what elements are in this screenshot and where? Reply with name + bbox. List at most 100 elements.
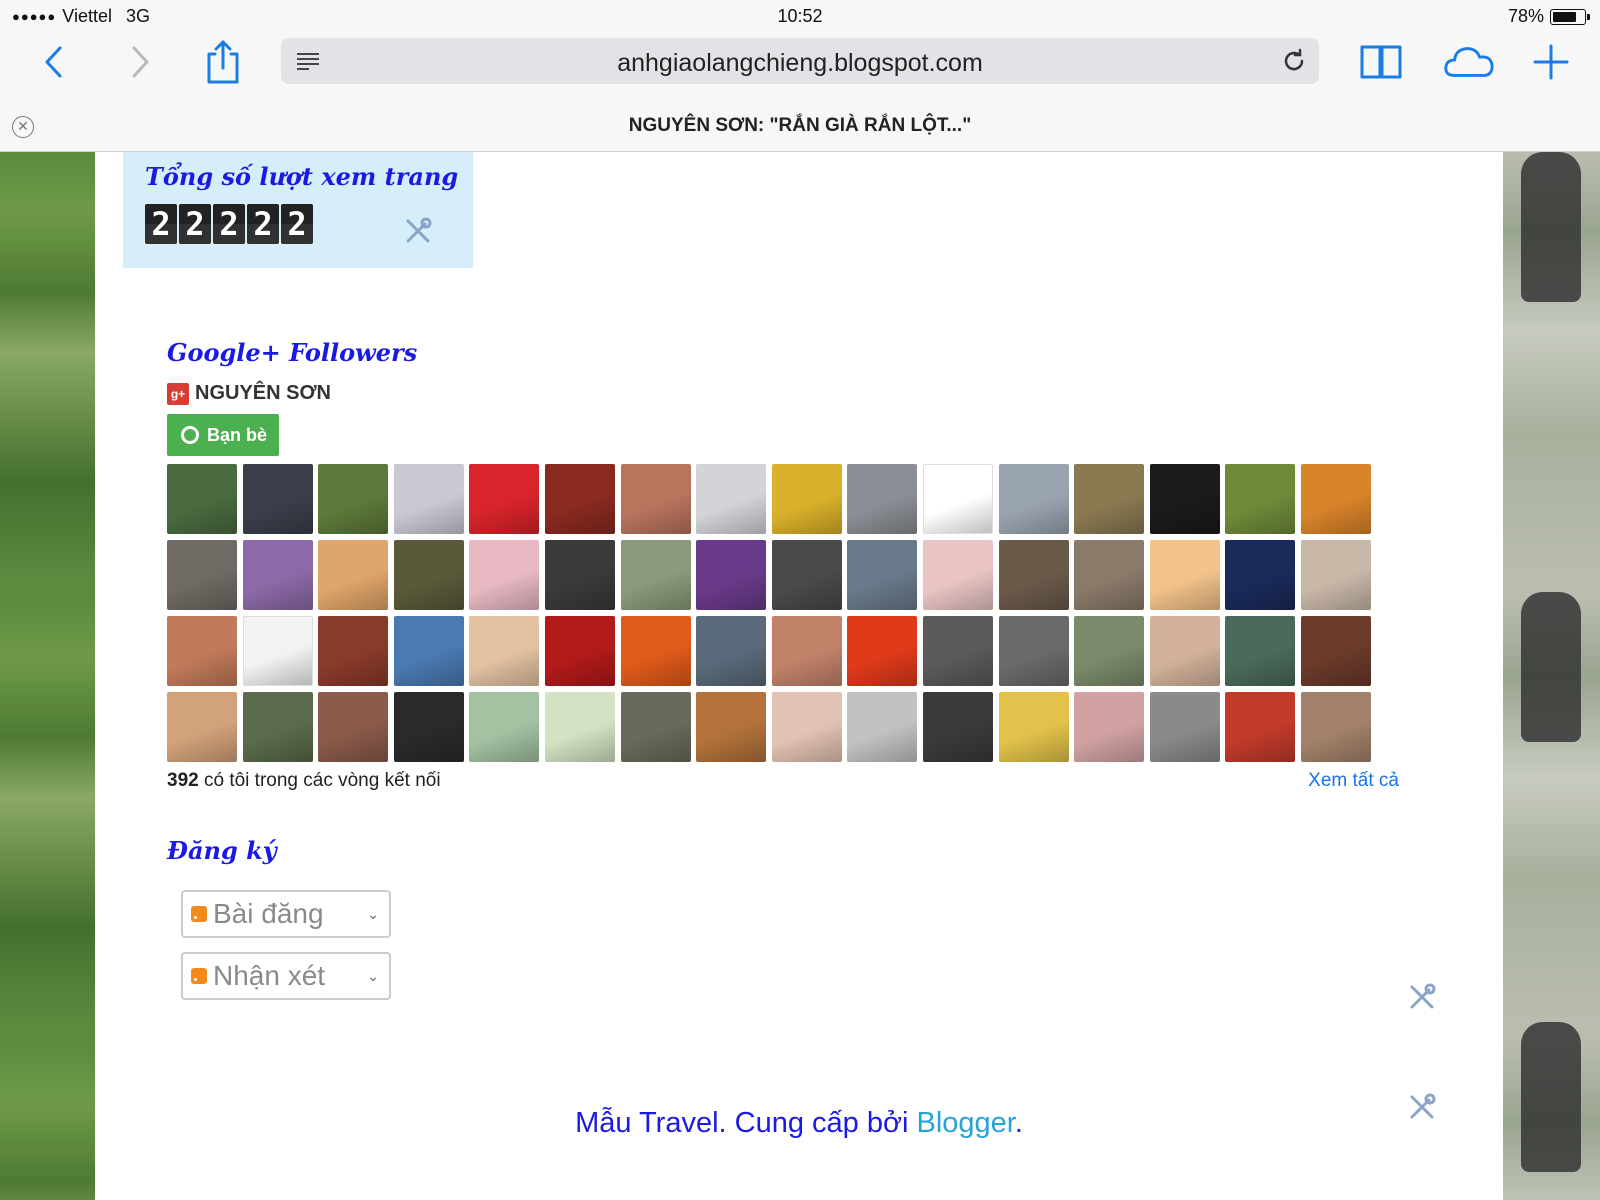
subscribe-posts-dropdown[interactable]: Bài đăng ⌄ <box>181 890 391 938</box>
tab-title[interactable]: NGUYÊN SƠN: "RẮN GIÀ RẮN LỘT..." <box>0 115 1600 137</box>
bookmarks-icon <box>1360 45 1402 79</box>
follower-avatar[interactable] <box>1300 464 1371 534</box>
follower-avatar[interactable] <box>469 692 540 762</box>
follower-avatar[interactable] <box>998 540 1069 610</box>
background-motorbike <box>1521 592 1581 742</box>
follower-avatar[interactable] <box>696 616 767 686</box>
follower-avatar[interactable] <box>847 540 918 610</box>
forward-button[interactable] <box>114 36 166 88</box>
address-bar[interactable]: anhgiaolangchieng.blogspot.com <box>281 38 1319 84</box>
subscribe-posts-label: Bài đăng <box>213 898 324 929</box>
follower-count: 392 <box>167 770 199 791</box>
rss-icon <box>191 906 207 922</box>
cloud-tabs-button[interactable] <box>1443 36 1495 88</box>
follower-avatar[interactable] <box>393 464 464 534</box>
edit-widget-icon[interactable] <box>1407 982 1437 1012</box>
blogger-link[interactable]: Blogger <box>916 1107 1014 1139</box>
follower-avatar[interactable] <box>998 464 1069 534</box>
url-text[interactable]: anhgiaolangchieng.blogspot.com <box>281 49 1319 78</box>
follower-avatar[interactable] <box>1300 540 1371 610</box>
follower-avatar[interactable] <box>696 464 767 534</box>
follower-avatar[interactable] <box>318 464 389 534</box>
follower-avatar[interactable] <box>469 540 540 610</box>
follower-avatar[interactable] <box>1300 692 1371 762</box>
background-motorbike <box>1521 1022 1581 1172</box>
subscribe-comments-dropdown[interactable]: Nhận xét ⌄ <box>181 952 391 1000</box>
edit-widget-icon[interactable] <box>403 216 433 246</box>
follower-avatar[interactable] <box>544 616 615 686</box>
background-image-right <box>1503 152 1600 1200</box>
follower-avatar[interactable] <box>469 464 540 534</box>
follower-avatar[interactable] <box>1074 464 1145 534</box>
follower-avatar[interactable] <box>167 692 237 762</box>
follower-avatar[interactable] <box>696 540 767 610</box>
reload-icon[interactable] <box>1281 48 1307 79</box>
cloud-tabs-icon <box>1444 47 1494 77</box>
follower-avatar[interactable] <box>1225 616 1296 686</box>
status-right: 78% <box>1508 6 1590 27</box>
follower-avatar[interactable] <box>620 540 691 610</box>
follower-avatar[interactable] <box>318 540 389 610</box>
follower-avatar[interactable] <box>242 464 313 534</box>
see-all-link[interactable]: Xem tất cả <box>1279 770 1399 792</box>
follower-avatar[interactable] <box>318 692 389 762</box>
follower-avatar[interactable] <box>393 540 464 610</box>
follower-avatar[interactable] <box>847 464 918 534</box>
follower-avatar[interactable] <box>1225 540 1296 610</box>
follower-avatar[interactable] <box>1149 540 1220 610</box>
new-tab-icon <box>1533 44 1569 80</box>
follower-avatar[interactable] <box>998 692 1069 762</box>
follower-avatar[interactable] <box>242 616 313 686</box>
follower-avatar[interactable] <box>696 692 767 762</box>
follower-avatar[interactable] <box>1074 540 1145 610</box>
follower-avatar[interactable] <box>922 616 993 686</box>
follower-avatar[interactable] <box>771 692 842 762</box>
share-button[interactable] <box>197 36 249 88</box>
follower-avatar[interactable] <box>620 692 691 762</box>
edit-widget-icon[interactable] <box>1407 1092 1437 1122</box>
rss-icon <box>191 968 207 984</box>
follower-avatar[interactable] <box>1300 616 1371 686</box>
follower-avatar[interactable] <box>544 464 615 534</box>
friends-button[interactable]: Bạn bè <box>167 414 279 456</box>
follower-avatar[interactable] <box>847 692 918 762</box>
follower-avatar[interactable] <box>620 464 691 534</box>
follower-avatar[interactable] <box>1225 692 1296 762</box>
follower-avatar[interactable] <box>922 692 993 762</box>
follower-avatar[interactable] <box>998 616 1069 686</box>
gplus-icon: g+ <box>167 382 189 405</box>
follower-avatar[interactable] <box>922 464 993 534</box>
follower-avatar[interactable] <box>544 692 615 762</box>
follower-avatar[interactable] <box>167 464 237 534</box>
footer-text: Mẫu Travel. Cung cấp bởi <box>575 1107 917 1139</box>
follower-avatar[interactable] <box>469 616 540 686</box>
friends-button-label: Bạn bè <box>207 424 268 445</box>
follower-avatar[interactable] <box>1149 464 1220 534</box>
follower-avatar[interactable] <box>771 540 842 610</box>
follower-avatar[interactable] <box>167 616 237 686</box>
follower-avatar[interactable] <box>393 616 464 686</box>
follower-avatar[interactable] <box>318 616 389 686</box>
bookmarks-button[interactable] <box>1355 36 1407 88</box>
follower-avatar[interactable] <box>1149 692 1220 762</box>
follower-avatar[interactable] <box>1149 616 1220 686</box>
follower-avatar[interactable] <box>847 616 918 686</box>
follower-avatar[interactable] <box>1225 464 1296 534</box>
follower-avatar[interactable] <box>771 464 842 534</box>
follower-avatar[interactable] <box>242 540 313 610</box>
footer-suffix: . <box>1014 1107 1023 1139</box>
follower-avatar[interactable] <box>1074 616 1145 686</box>
circle-icon <box>181 426 199 444</box>
follower-avatar[interactable] <box>393 692 464 762</box>
follower-avatar[interactable] <box>620 616 691 686</box>
new-tab-button[interactable] <box>1525 36 1577 88</box>
gplus-profile[interactable]: g+ NGUYÊN SƠN <box>167 382 331 405</box>
back-button[interactable] <box>28 36 80 88</box>
follower-avatar[interactable] <box>922 540 993 610</box>
follower-avatar[interactable] <box>544 540 615 610</box>
follower-avatar[interactable] <box>1074 692 1145 762</box>
profile-name[interactable]: NGUYÊN SƠN <box>195 382 331 405</box>
follower-avatar[interactable] <box>167 540 237 610</box>
follower-avatar[interactable] <box>242 692 313 762</box>
follower-avatar[interactable] <box>771 616 842 686</box>
